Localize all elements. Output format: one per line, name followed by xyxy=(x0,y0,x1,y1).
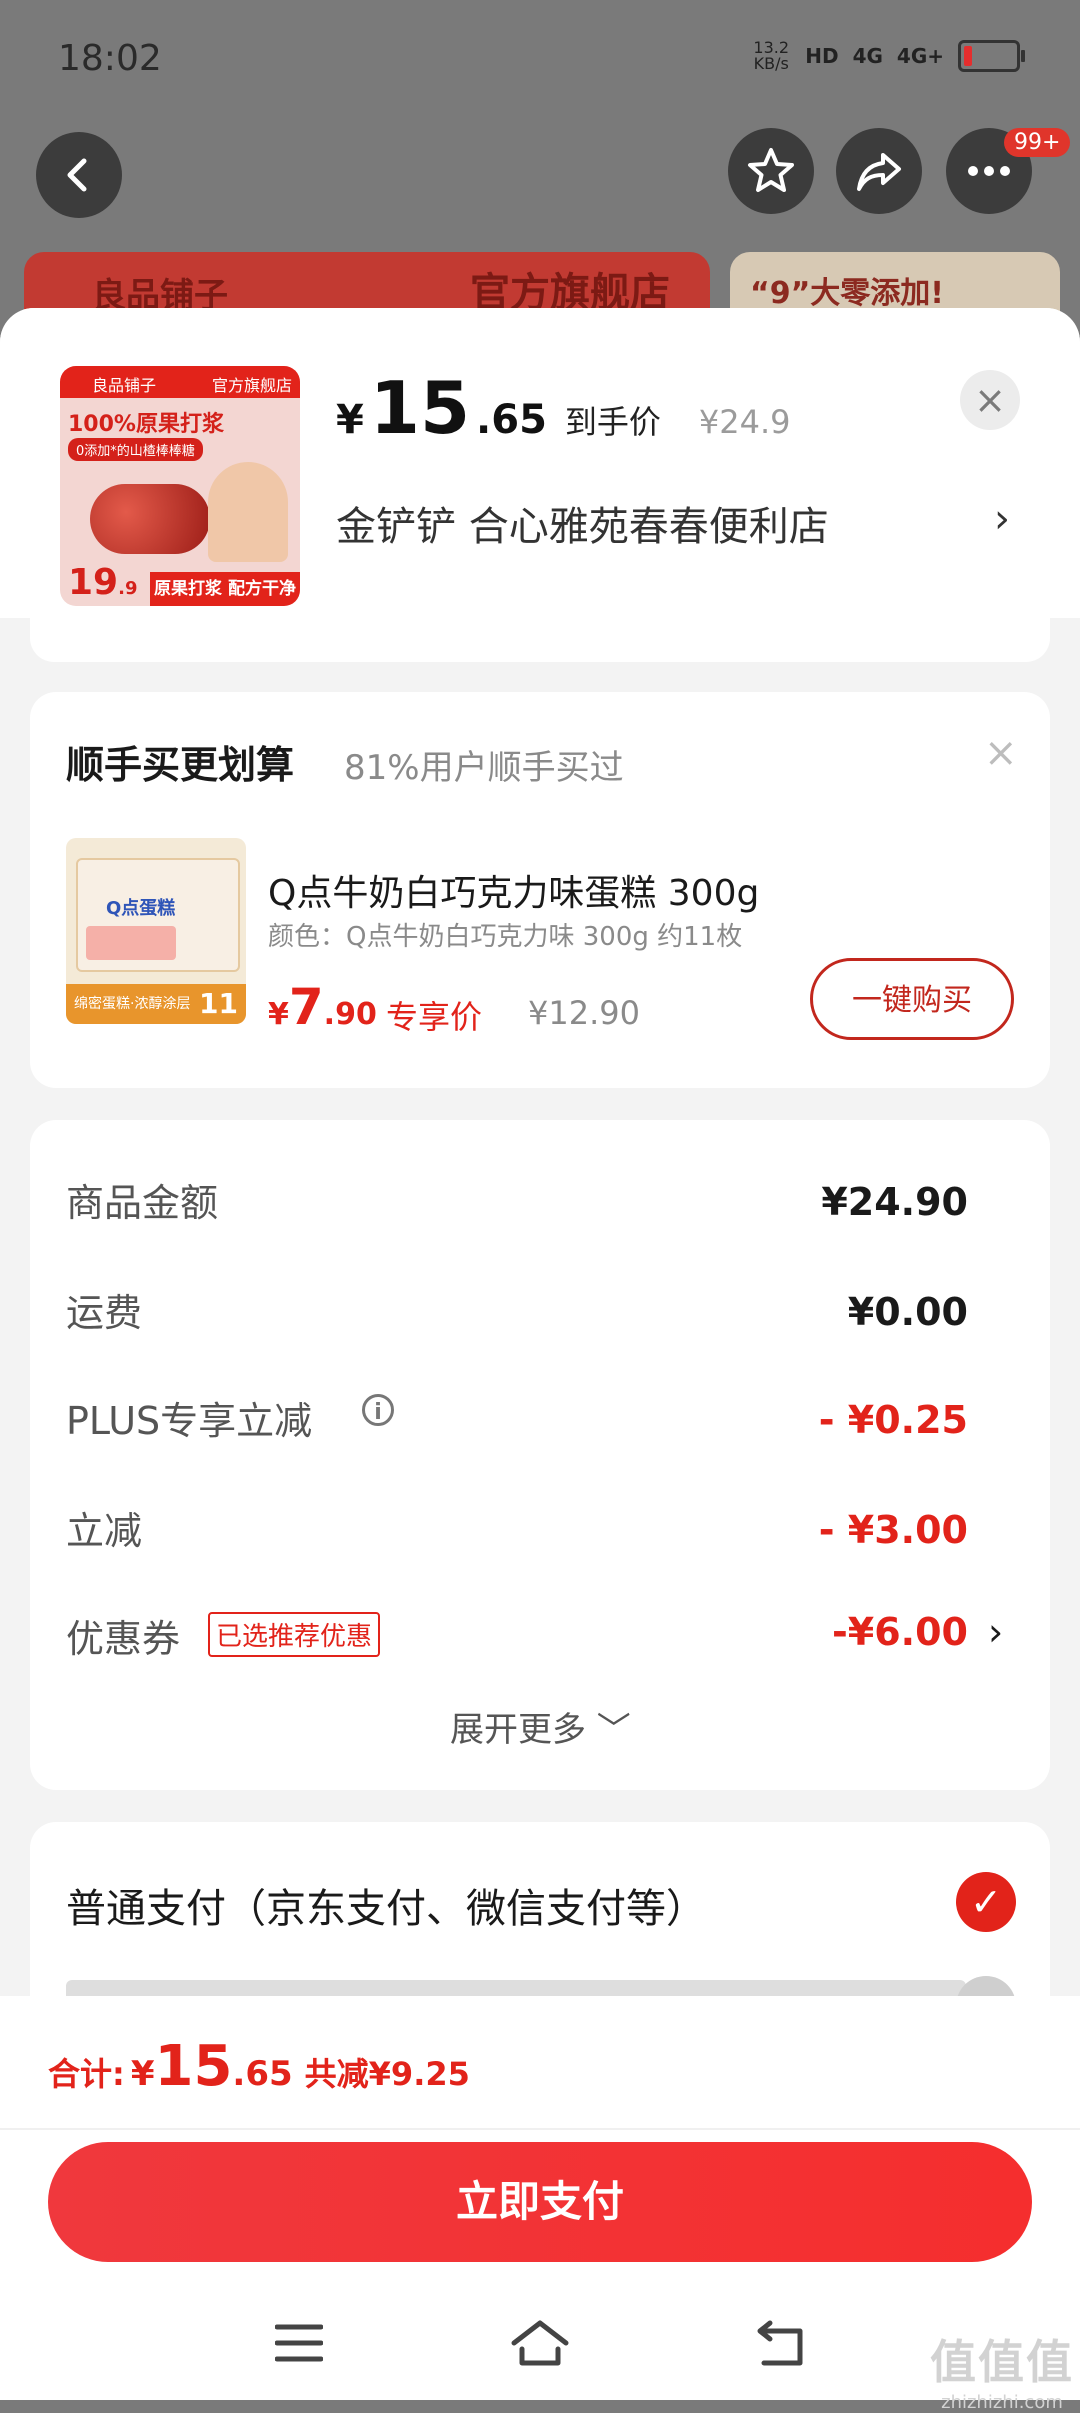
share-icon xyxy=(857,153,901,191)
hd-icon: HD xyxy=(805,44,839,68)
bundle-thumb-strip: 绵密蛋糕·浓醇涂层 11 xyxy=(66,984,246,1024)
net-speed: 13.2 KB/s xyxy=(753,38,790,73)
pay-now-button[interactable]: 立即支付 xyxy=(48,2142,1032,2262)
bundle-title: 顺手买更划算 xyxy=(66,743,295,787)
spec-selector[interactable]: 金铲铲 合心雅苑春春便利店 xyxy=(336,494,829,552)
total-amount: 合计: ¥ 15 .65 共减¥9.25 xyxy=(48,2034,470,2099)
thumb-store-tag: 官方旗舰店 xyxy=(211,376,292,395)
price-tag: 到手价 xyxy=(564,403,661,441)
chevron-right-icon[interactable]: › xyxy=(994,496,1010,542)
info-icon[interactable]: i xyxy=(362,1394,394,1426)
status-icons: 13.2 KB/s HD 4G 4G+ xyxy=(751,38,1025,73)
expand-more-button[interactable]: 展开更多 ﹀ xyxy=(450,1702,631,1751)
bundle-close-icon[interactable]: × xyxy=(984,730,1018,776)
bundle-price-label: 专享价 xyxy=(386,998,483,1036)
menu-icon[interactable] xyxy=(264,2308,334,2378)
chevron-left-icon xyxy=(67,158,87,192)
summary-label-shipping: 运费 xyxy=(66,1291,143,1335)
bundle-subtitle: 81%用户顺手买过 xyxy=(344,748,624,788)
thumb-headline: 100%原果打浆 xyxy=(68,412,224,437)
coupon-recommend-tag: 已选推荐优惠 xyxy=(208,1612,381,1657)
cake-image xyxy=(86,926,176,960)
thumb-price: 19.9 xyxy=(68,562,138,603)
total-savings: 共减¥9.25 xyxy=(304,2055,470,2093)
notification-badge: 99+ xyxy=(1004,128,1071,157)
favorite-button[interactable] xyxy=(728,128,814,214)
thumb-brand: 良品铺子 xyxy=(92,376,157,395)
share-button[interactable] xyxy=(836,128,922,214)
total-label: 合计: xyxy=(48,2055,125,2093)
more-dots-icon xyxy=(968,166,1010,176)
summary-value-goods: ¥24.90 xyxy=(821,1180,968,1224)
girl-image xyxy=(208,462,288,562)
price-integer: 15 xyxy=(369,366,471,450)
signal-4g-plus-icon: 4G+ xyxy=(896,44,944,68)
summary-value-coupon[interactable]: -¥6.00 xyxy=(668,1610,968,1654)
bundle-item-name: Q点牛奶白巧克力味蛋糕 300g xyxy=(268,873,760,914)
bundle-thumb-logo: Q点蛋糕 xyxy=(106,898,176,919)
battery-icon xyxy=(958,40,1025,72)
summary-label-discount: 立减 xyxy=(66,1509,143,1553)
final-price: ¥ 15 .65 到手价 ¥24.9 xyxy=(336,372,791,444)
summary-value-shipping: ¥0.00 xyxy=(847,1290,968,1334)
summary-label-plus: PLUS专享立减 xyxy=(66,1399,313,1443)
bundle-original-price: ¥12.90 xyxy=(528,994,640,1032)
price-symbol: ¥ xyxy=(336,397,364,443)
payment-option-normal[interactable]: 普通支付（京东支付、微信支付等） xyxy=(66,1876,706,1934)
checkmark-icon[interactable]: ✓ xyxy=(956,1872,1016,1932)
thumb-subline: 0添加*的山楂棒棒糖 xyxy=(68,438,203,461)
header-card-bottom xyxy=(30,618,1050,662)
chevron-right-icon[interactable]: › xyxy=(988,1610,1003,1654)
thumb-header-strip: 良品铺子 官方旗舰店 xyxy=(60,366,300,398)
status-time: 18:02 xyxy=(58,38,162,79)
summary-value-plus: - ¥0.25 xyxy=(818,1398,968,1442)
home-icon[interactable] xyxy=(505,2308,575,2378)
thumb-strip: 原果打浆 配方干净 xyxy=(150,572,300,606)
close-button[interactable]: × xyxy=(960,370,1020,430)
price-decimal: .65 xyxy=(476,397,547,443)
back-button[interactable] xyxy=(36,132,122,218)
summary-label-goods: 商品金额 xyxy=(66,1181,219,1225)
bundle-price: ¥7.90 xyxy=(268,978,377,1036)
original-price: ¥24.9 xyxy=(698,403,791,441)
divider xyxy=(0,2128,1080,2130)
signal-4g-icon: 4G xyxy=(852,44,883,68)
candy-image xyxy=(90,484,210,554)
summary-label-coupon[interactable]: 优惠券 xyxy=(66,1608,180,1663)
bundle-item-spec: 颜色：Q点牛奶白巧克力味 300g 约11枚 xyxy=(268,922,743,952)
summary-value-discount: - ¥3.00 xyxy=(818,1508,968,1552)
bundle-thumbnail[interactable]: Q点蛋糕 绵密蛋糕·浓醇涂层 11 xyxy=(66,838,246,1024)
back-nav-icon[interactable] xyxy=(746,2308,816,2378)
product-thumbnail[interactable]: 良品铺子 官方旗舰店 100%原果打浆 0添加*的山楂棒棒糖 19.9 原果打浆… xyxy=(60,366,300,606)
star-icon xyxy=(748,148,794,192)
one-click-buy-button[interactable]: 一键购买 xyxy=(810,958,1014,1040)
